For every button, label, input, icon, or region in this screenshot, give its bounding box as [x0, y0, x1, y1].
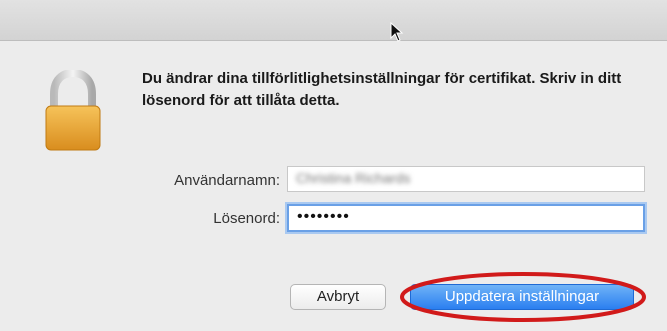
dialog-message: Du ändrar dina tillförlitlighetsinställn…	[142, 70, 622, 109]
cancel-button[interactable]: Avbryt	[290, 284, 386, 310]
username-field[interactable]: Christina Richards	[287, 166, 645, 192]
auth-dialog: Du ändrar dina tillförlitlighetsinställn…	[0, 0, 667, 331]
mouse-cursor-icon	[390, 22, 404, 42]
password-label: Lösenord:	[213, 210, 280, 227]
highlight-annotation	[400, 272, 646, 322]
dialog-titlebar[interactable]	[0, 0, 667, 41]
username-value: Christina Richards	[296, 170, 411, 186]
lock-icon	[45, 70, 101, 151]
password-field[interactable]: ••••••••	[287, 204, 645, 232]
username-label: Användarnamn:	[174, 172, 280, 189]
